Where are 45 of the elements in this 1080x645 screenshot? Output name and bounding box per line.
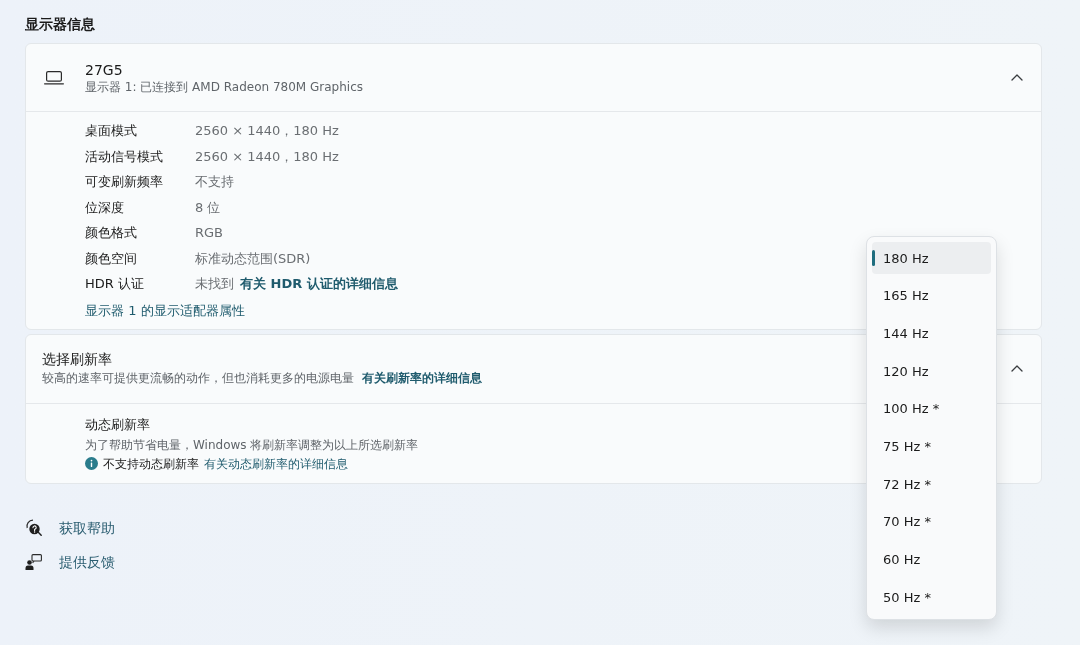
display-name: 27G5 (85, 60, 123, 79)
menu-item[interactable]: 72 Hz * (872, 468, 991, 501)
menu-item[interactable]: 100 Hz * (872, 392, 991, 425)
details-link[interactable]: 有关动态刷新率的详细信息 (204, 453, 348, 474)
chevron-icon[interactable] (1011, 74, 1023, 81)
property-value: 2560 × 1440，180 Hz (195, 147, 339, 166)
dynamic-refresh-title: 动态刷新率 (85, 416, 150, 432)
property-label: 活动信号模式 (85, 147, 164, 166)
property-value: RGB (195, 224, 224, 242)
unsupported-notice: 不支持动态刷新率 (103, 455, 199, 473)
display-connection: 显示器 1: 已连接到 AMD Radeon 780M Graphics (85, 78, 363, 95)
menu-item[interactable]: 60 Hz (872, 543, 991, 576)
menu-item[interactable]: 144 Hz (872, 317, 991, 350)
menu-item[interactable]: 120 Hz (872, 355, 991, 388)
adapter-properties-link[interactable]: 显示器 1 的显示适配器属性 (85, 300, 245, 321)
menu-item[interactable]: 180 Hz (872, 242, 991, 274)
feedback-icon (25, 553, 42, 570)
property-label: 桌面模式 (85, 122, 138, 140)
menu-item[interactable]: 70 Hz * (872, 505, 991, 538)
section-heading: 显示器信息 (25, 15, 95, 34)
property-value: 2560 × 1440，180 Hz (195, 122, 339, 140)
property-value: 标准动态范围(SDR) (195, 249, 311, 268)
help-icon (25, 519, 42, 536)
property-label: 位深度 (85, 198, 125, 217)
laptop-icon (44, 70, 64, 85)
refresh-rate-title: 选择刷新率 (42, 350, 112, 369)
property-label: 颜色空间 (85, 249, 138, 268)
property-label: 可变刷新频率 (85, 173, 164, 191)
property-value: 8 位 (195, 198, 221, 217)
info-icon (85, 457, 98, 470)
refresh-rate-description: 较高的速率可提供更流畅的动作，但也消耗更多的电源电量 (42, 370, 354, 387)
property-value: 未找到 (195, 275, 234, 293)
dynamic-refresh-description: 为了帮助节省电量，Windows 将刷新率调整为以上所选刷新率 (85, 437, 419, 452)
selection-indicator (872, 250, 875, 266)
menu-item[interactable]: 165 Hz (872, 279, 991, 312)
menu-item[interactable]: 75 Hz * (872, 430, 991, 463)
property-label: HDR 认证 (85, 275, 145, 293)
help-link[interactable]: 获取帮助 (59, 517, 115, 538)
menu-item[interactable]: 50 Hz * (872, 581, 991, 614)
property-value: 不支持 (195, 173, 234, 191)
chevron-icon[interactable] (1011, 365, 1023, 372)
help-link[interactable]: 提供反馈 (59, 551, 115, 572)
details-link[interactable]: 有关 HDR 认证的详细信息 (240, 271, 398, 297)
property-label: 颜色格式 (85, 224, 138, 242)
details-link[interactable]: 有关刷新率的详细信息 (362, 369, 482, 387)
